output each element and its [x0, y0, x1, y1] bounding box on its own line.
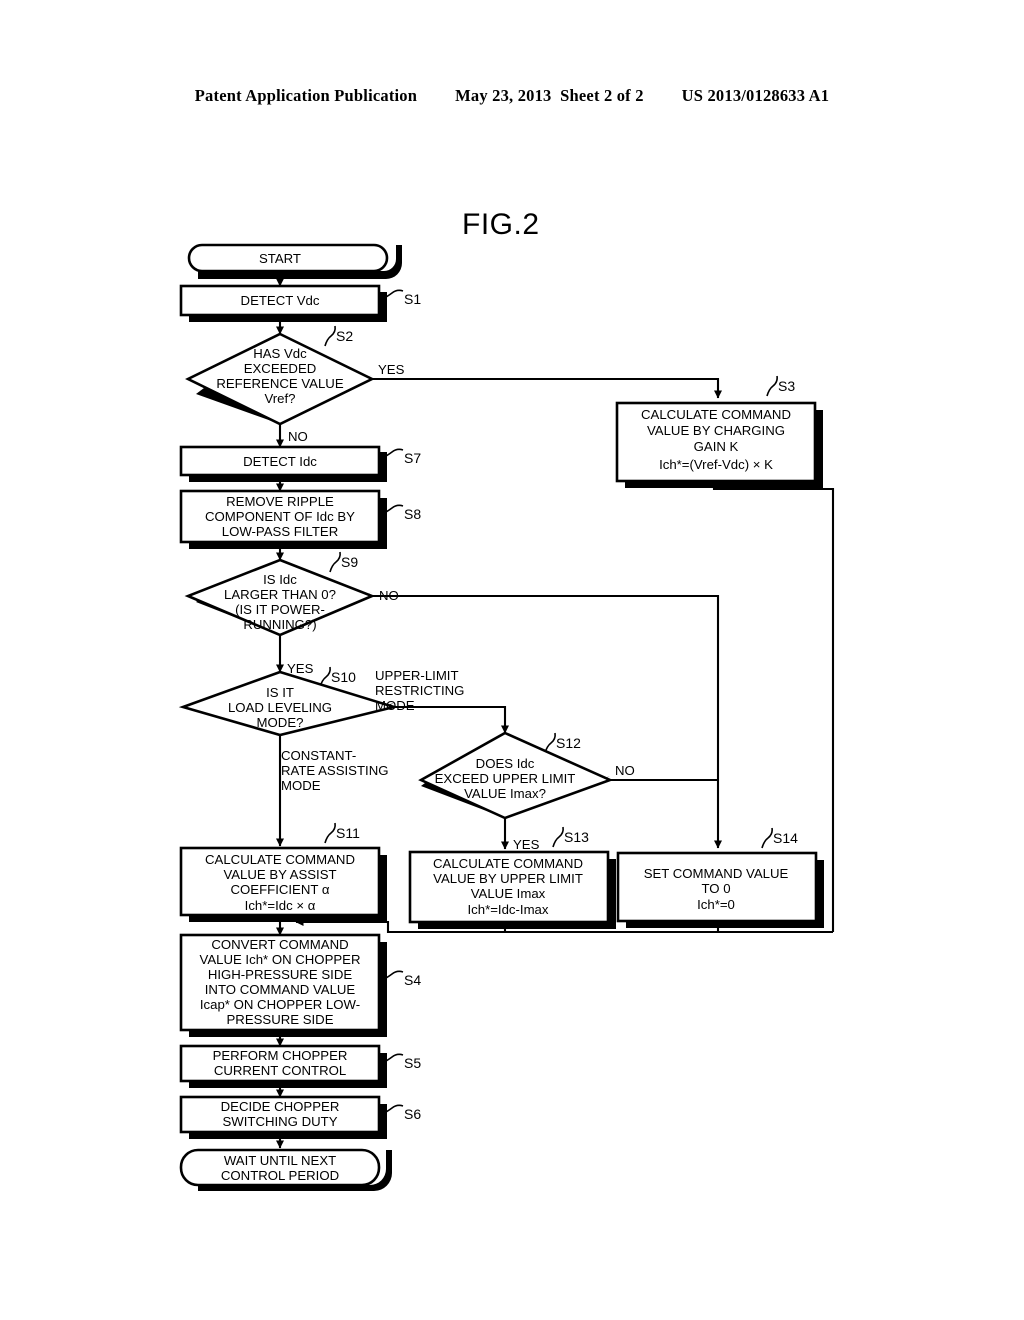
node-s7-label: DETECT Idc [243, 454, 317, 469]
step-tag-s11: S11 [336, 825, 360, 841]
step-tag-s14: S14 [773, 830, 798, 846]
svg-text:RESTRICTING: RESTRICTING [375, 683, 464, 698]
node-s5-label: PERFORM CHOPPER [213, 1048, 348, 1063]
node-s8-label: REMOVE RIPPLE [226, 494, 334, 509]
svg-text:VALUE Imax: VALUE Imax [471, 886, 546, 901]
svg-text:GAIN K: GAIN K [694, 439, 739, 454]
step-tag-s4: S4 [404, 972, 421, 988]
node-s4-label: CONVERT COMMAND [211, 937, 348, 952]
node-start-label: START [259, 251, 301, 266]
edge-label-s9-no: NO [379, 588, 399, 603]
node-s12-label: DOES Idc [476, 756, 535, 771]
svg-text:TO 0: TO 0 [701, 881, 730, 896]
svg-text:COMPONENT OF Idc BY: COMPONENT OF Idc BY [205, 509, 355, 524]
node-s9-label: IS Idc [263, 572, 297, 587]
svg-text:MODE: MODE [281, 778, 321, 793]
edge-label-s12-yes: YES [513, 837, 540, 852]
svg-text:CURRENT CONTROL: CURRENT CONTROL [214, 1063, 346, 1078]
svg-text:VALUE BY CHARGING: VALUE BY CHARGING [647, 423, 785, 438]
edge-label-s9-yes: YES [287, 661, 314, 676]
svg-text:EXCEEDED: EXCEEDED [244, 361, 317, 376]
svg-text:(IS IT POWER-: (IS IT POWER- [235, 602, 325, 617]
node-s11-label: CALCULATE COMMAND [205, 852, 355, 867]
svg-text:VALUE Ich* ON CHOPPER: VALUE Ich* ON CHOPPER [200, 952, 361, 967]
edge-label-s2-no: NO [288, 429, 308, 444]
step-tag-s7: S7 [404, 450, 421, 466]
step-tag-s3: S3 [778, 378, 795, 394]
edge-label-s10-upper: UPPER-LIMIT [375, 668, 459, 683]
svg-text:HIGH-PRESSURE SIDE: HIGH-PRESSURE SIDE [208, 967, 353, 982]
edge-label-s2-yes: YES [378, 362, 405, 377]
svg-text:INTO COMMAND VALUE: INTO COMMAND VALUE [205, 982, 356, 997]
svg-text:VALUE BY UPPER LIMIT: VALUE BY UPPER LIMIT [433, 871, 583, 886]
svg-text:Vref?: Vref? [264, 391, 295, 406]
svg-text:VALUE BY ASSIST: VALUE BY ASSIST [223, 867, 336, 882]
step-tag-s13: S13 [564, 829, 589, 845]
svg-text:LOAD LEVELING: LOAD LEVELING [228, 700, 332, 715]
step-tag-s1: S1 [404, 291, 421, 307]
svg-text:RUNNING?): RUNNING?) [243, 617, 316, 632]
svg-text:LARGER THAN 0?: LARGER THAN 0? [224, 587, 336, 602]
flowchart-svg: START DETECT Vdc HAS Vdc EXCEEDED REFERE… [178, 243, 835, 1191]
step-tag-s5: S5 [404, 1055, 421, 1071]
node-s2-label: HAS Vdc [253, 346, 307, 361]
node-labels: START DETECT Vdc HAS Vdc EXCEEDED REFERE… [200, 251, 791, 1183]
svg-text:MODE: MODE [375, 698, 415, 713]
svg-text:PRESSURE SIDE: PRESSURE SIDE [227, 1012, 334, 1027]
svg-text:VALUE Imax?: VALUE Imax? [464, 786, 546, 801]
node-s13-label: CALCULATE COMMAND [433, 856, 583, 871]
edge-label-s10-constant: CONSTANT- [281, 748, 356, 763]
svg-text:CONTROL PERIOD: CONTROL PERIOD [221, 1168, 339, 1183]
step-tag-s10: S10 [331, 669, 356, 685]
svg-text:COEFFICIENT α: COEFFICIENT α [231, 882, 330, 897]
svg-text:Ich*=0: Ich*=0 [697, 897, 735, 912]
node-s10-label: IS IT [266, 685, 294, 700]
svg-text:Ich*=(Vref-Vdc) × K: Ich*=(Vref-Vdc) × K [659, 457, 773, 472]
svg-text:Ich*=Idc × α: Ich*=Idc × α [245, 898, 316, 913]
svg-text:LOW-PASS FILTER: LOW-PASS FILTER [222, 524, 339, 539]
step-tag-s6: S6 [404, 1106, 421, 1122]
patent-page: Patent Application Publication May 23, 2… [0, 0, 1024, 1320]
node-s3-label: CALCULATE COMMAND [641, 407, 791, 422]
svg-text:REFERENCE VALUE: REFERENCE VALUE [216, 376, 343, 391]
svg-text:MODE?: MODE? [257, 715, 304, 730]
node-s6-label: DECIDE CHOPPER [221, 1099, 340, 1114]
svg-text:EXCEED UPPER LIMIT: EXCEED UPPER LIMIT [435, 771, 576, 786]
svg-text:SWITCHING DUTY: SWITCHING DUTY [222, 1114, 337, 1129]
svg-text:Ich*=Idc-Imax: Ich*=Idc-Imax [468, 902, 549, 917]
step-tag-s9: S9 [341, 554, 358, 570]
node-s14-label: SET COMMAND VALUE [644, 866, 789, 881]
node-end-label: WAIT UNTIL NEXT [224, 1153, 336, 1168]
step-tag-s8: S8 [404, 506, 421, 522]
node-s1-label: DETECT Vdc [241, 293, 320, 308]
step-tag-s2: S2 [336, 328, 353, 344]
step-tag-s12: S12 [556, 735, 581, 751]
svg-text:Icap* ON CHOPPER LOW-: Icap* ON CHOPPER LOW- [200, 997, 360, 1012]
edge-label-s12-no: NO [615, 763, 635, 778]
svg-text:RATE ASSISTING: RATE ASSISTING [281, 763, 388, 778]
